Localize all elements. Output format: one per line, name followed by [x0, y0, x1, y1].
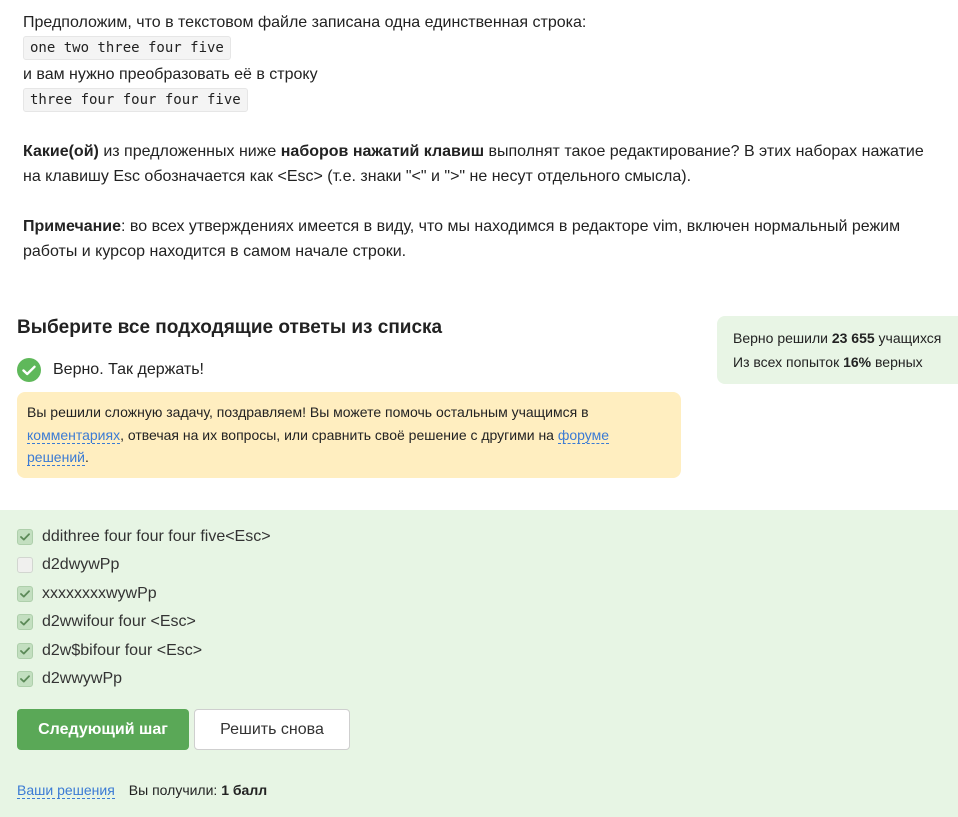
checkmark-icon — [20, 675, 30, 683]
option-2-checkbox[interactable] — [17, 557, 33, 573]
score-label: Вы получили: 1 балл — [129, 782, 267, 799]
note-text: : во всех утверждениях имеется в виду, ч… — [23, 218, 901, 260]
option-1-checkbox[interactable] — [17, 529, 33, 545]
option-5[interactable]: d2w$bifour four <Esc> — [17, 642, 202, 660]
option-6-label: d2wwywPp — [42, 670, 123, 687]
answers-area — [0, 510, 958, 817]
note-bold: Примечание — [23, 218, 122, 235]
option-3[interactable]: xxxxxxxxwywPp — [17, 585, 157, 603]
stats-attempts: Из всех попыток 16% верных — [733, 350, 958, 374]
option-4-label: d2wwifour four <Esc> — [42, 613, 196, 630]
task-question: Какие(ой) из предложенных ниже наборов н… — [23, 139, 933, 189]
option-2-label: d2dwywPp — [42, 556, 120, 573]
stats-panel: Верно решили 23 655 учащихся Из всех поп… — [717, 316, 958, 384]
stats-attempts-percent: 16% — [843, 354, 872, 370]
task-description: Предположим, что в текстовом файле запис… — [23, 10, 933, 264]
checkmark-icon — [20, 533, 30, 541]
hint-text-3: . — [84, 449, 89, 465]
option-6[interactable]: d2wwywPp — [17, 670, 122, 688]
source-line-code: one two three four five — [23, 36, 231, 60]
task-transform-text: и вам нужно преобразовать её в строку — [23, 66, 318, 83]
task-note: Примечание: во всех утверждениях имеется… — [23, 214, 933, 264]
stats-solved-prefix: Верно решили — [733, 330, 832, 346]
score-prefix: Вы получили: — [128, 782, 222, 798]
success-check-icon — [17, 358, 41, 382]
option-3-checkbox[interactable] — [17, 586, 33, 602]
checkmark-icon — [20, 590, 30, 598]
question-bold-which: Какие(ой) — [23, 143, 99, 160]
question-text-1: из предложенных ниже — [98, 143, 281, 160]
question-bold-keys: наборов нажатий клавиш — [280, 143, 485, 160]
score-value: 1 балл — [221, 782, 268, 798]
option-6-checkbox[interactable] — [17, 671, 33, 687]
option-3-label: xxxxxxxxwywPp — [42, 585, 157, 602]
checkmark-icon — [20, 618, 30, 626]
stats-attempts-prefix: Из всех попыток — [733, 354, 844, 370]
option-1[interactable]: ddithree four four four five<Esc> — [17, 528, 271, 546]
comments-link[interactable]: комментариях — [27, 426, 121, 444]
option-2[interactable]: d2dwywPp — [17, 556, 119, 574]
hint-text-2: , отвечая на их вопросы, или сравнить св… — [120, 426, 558, 443]
result-status: Верно. Так держать! — [17, 358, 204, 382]
task-intro: Предположим, что в текстовом файле запис… — [23, 14, 587, 31]
footer: Ваши решения Вы получили: 1 балл — [17, 782, 267, 799]
stats-solved-suffix: учащихся — [874, 330, 942, 346]
stats-solved-count: 23 655 — [831, 330, 875, 346]
your-solutions-link[interactable]: Ваши решения — [17, 782, 115, 799]
result-text: Верно. Так держать! — [53, 361, 204, 378]
answers-heading: Выберите все подходящие ответы из списка — [17, 317, 443, 338]
option-4[interactable]: d2wwifour four <Esc> — [17, 613, 196, 631]
option-5-label: d2w$bifour four <Esc> — [42, 642, 203, 659]
hint-text-1: Вы решили сложную задачу, поздравляем! В… — [27, 404, 589, 420]
solve-again-button[interactable]: Решить снова — [194, 709, 350, 750]
target-line-code: three four four four five — [23, 88, 248, 112]
hint-box: Вы решили сложную задачу, поздравляем! В… — [17, 392, 681, 478]
option-4-checkbox[interactable] — [17, 614, 33, 630]
next-step-button[interactable]: Следующий шаг — [17, 709, 189, 750]
option-5-checkbox[interactable] — [17, 643, 33, 659]
stats-attempts-suffix: верных — [871, 354, 923, 370]
stats-solved: Верно решили 23 655 учащихся — [733, 326, 958, 350]
option-1-label: ddithree four four four five<Esc> — [42, 528, 271, 545]
checkmark-icon — [20, 647, 30, 655]
